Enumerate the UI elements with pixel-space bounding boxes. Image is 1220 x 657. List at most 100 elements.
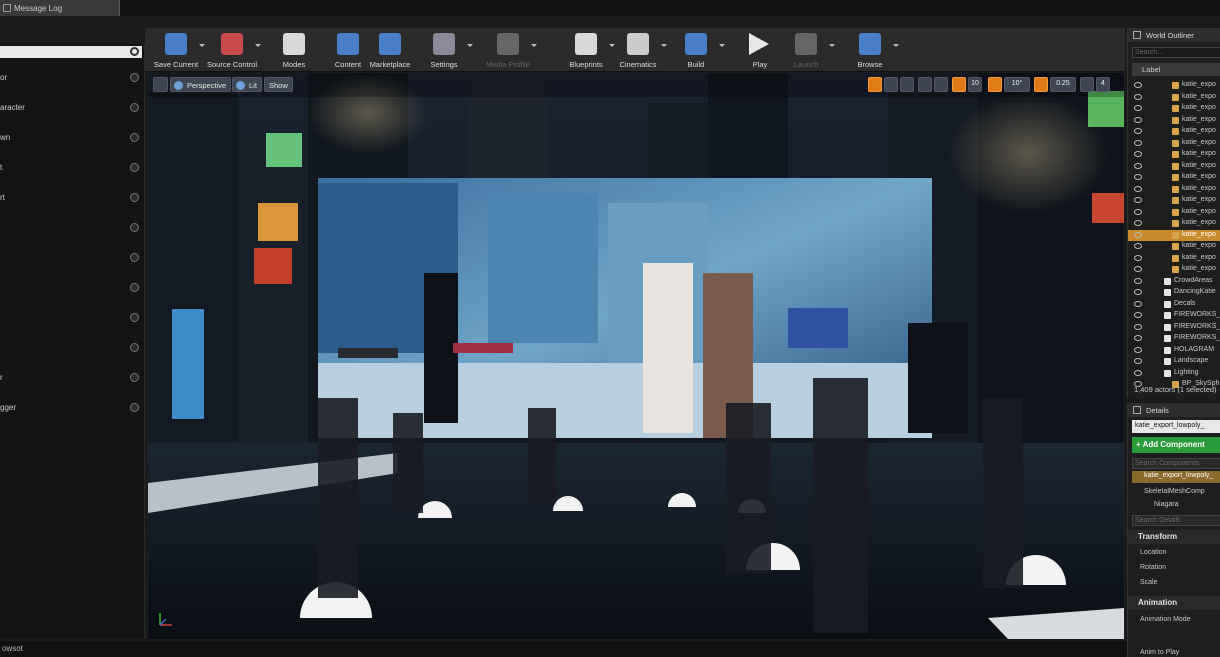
visibility-eye-icon[interactable] <box>1134 300 1142 307</box>
outliner-actor-row[interactable]: katie_expo <box>1128 138 1220 150</box>
outliner-actor-row[interactable]: katie_expo <box>1128 264 1220 276</box>
category-expand-icon[interactable] <box>130 253 139 262</box>
level-viewport[interactable]: Perspective Lit Show 10 10° 0.25 4 <box>148 73 1124 639</box>
visibility-eye-icon[interactable] <box>1134 254 1142 261</box>
visibility-eye-icon[interactable] <box>1134 162 1142 169</box>
translate-tool-icon[interactable] <box>868 77 882 92</box>
outliner-actor-row[interactable]: katie_expo <box>1128 229 1220 241</box>
animation-mode-row[interactable]: Animation Mode <box>1140 616 1191 623</box>
build-button[interactable]: Build <box>665 30 727 70</box>
visibility-eye-icon[interactable] <box>1134 139 1142 146</box>
outliner-actor-row[interactable]: katie_expo <box>1128 149 1220 161</box>
outliner-folder-row[interactable]: FIREWORKS_ <box>1128 333 1220 345</box>
visibility-eye-icon[interactable] <box>1134 93 1142 100</box>
outliner-folder-row[interactable]: Decals <box>1128 299 1220 311</box>
lit-button[interactable]: Lit <box>232 77 262 92</box>
place-actor-category[interactable] <box>0 280 145 296</box>
outliner-folder-row[interactable]: FIREWORKS_ <box>1128 310 1220 322</box>
modes-button[interactable]: Modes <box>263 30 325 70</box>
outliner-search-input[interactable]: Search... <box>1132 47 1220 58</box>
place-actor-category[interactable]: wn <box>0 130 145 146</box>
visibility-eye-icon[interactable] <box>1134 277 1142 284</box>
chevron-down-icon[interactable] <box>467 44 473 47</box>
category-expand-icon[interactable] <box>130 373 139 382</box>
animation-section[interactable]: Animation <box>1128 596 1220 610</box>
search-components-input[interactable]: Search Components <box>1132 458 1220 469</box>
save-current-button[interactable]: Save Current <box>145 30 207 70</box>
visibility-eye-icon[interactable] <box>1134 220 1142 226</box>
visibility-eye-icon[interactable] <box>1134 266 1142 272</box>
outliner-actor-row[interactable]: katie_expo <box>1128 195 1220 207</box>
category-expand-icon[interactable] <box>130 403 139 412</box>
scale-snap-value[interactable]: 0.25 <box>1050 77 1076 92</box>
surface-snap-icon[interactable] <box>934 77 948 92</box>
place-actor-category[interactable]: rt <box>0 190 145 206</box>
search-details-input[interactable]: Search Details <box>1132 515 1220 526</box>
visibility-eye-icon[interactable] <box>1134 151 1142 157</box>
selected-component[interactable]: katie_export_lowpoly_ <box>1132 471 1220 483</box>
category-expand-icon[interactable] <box>130 103 139 112</box>
place-actor-category[interactable]: aracter <box>0 100 145 116</box>
category-expand-icon[interactable] <box>130 223 139 232</box>
rotation-row[interactable]: Rotation <box>1140 564 1166 571</box>
visibility-eye-icon[interactable] <box>1134 369 1142 376</box>
chevron-down-icon[interactable] <box>719 44 725 47</box>
visibility-eye-icon[interactable] <box>1134 289 1142 295</box>
visibility-eye-icon[interactable] <box>1134 312 1142 318</box>
outliner-label-column[interactable]: Label <box>1132 63 1220 76</box>
scale-tool-icon[interactable] <box>900 77 914 92</box>
category-expand-icon[interactable] <box>130 343 139 352</box>
outliner-folder-row[interactable]: HOLAGRAM <box>1128 345 1220 357</box>
visibility-eye-icon[interactable] <box>1134 105 1142 111</box>
outliner-folder-row[interactable]: FIREWORKS_ <box>1128 322 1220 334</box>
category-expand-icon[interactable] <box>130 283 139 292</box>
outliner-actor-row[interactable]: katie_expo <box>1128 241 1220 253</box>
tab-message-log[interactable]: Message Log <box>0 0 120 16</box>
transform-section[interactable]: Transform <box>1128 530 1220 544</box>
outliner-actor-row[interactable]: katie_expo <box>1128 184 1220 196</box>
outliner-actor-row[interactable]: katie_expo <box>1128 172 1220 184</box>
category-expand-icon[interactable] <box>130 193 139 202</box>
perspective-button[interactable]: Perspective <box>170 77 232 92</box>
component-skeletal-mesh[interactable]: SkeletalMeshComp <box>1144 488 1205 495</box>
outliner-folder-row[interactable]: DancingKatie <box>1128 287 1220 299</box>
place-actor-category[interactable]: r <box>0 370 145 386</box>
left-search-input[interactable] <box>0 46 142 58</box>
outliner-actor-row[interactable]: katie_expo <box>1128 207 1220 219</box>
chevron-down-icon[interactable] <box>531 44 537 47</box>
chevron-down-icon[interactable] <box>829 44 835 47</box>
place-actor-category[interactable]: or <box>0 70 145 86</box>
visibility-eye-icon[interactable] <box>1134 185 1142 192</box>
outliner-actor-row[interactable]: katie_expo <box>1128 115 1220 127</box>
rotation-snap-value[interactable]: 10° <box>1004 77 1030 92</box>
visibility-eye-icon[interactable] <box>1134 346 1142 353</box>
component-niagara[interactable]: Niagara <box>1154 501 1179 508</box>
world-local-icon[interactable] <box>918 77 932 92</box>
anim-to-play-row[interactable]: Anim to Play <box>1140 649 1179 656</box>
visibility-eye-icon[interactable] <box>1134 323 1142 330</box>
grid-snap-icon[interactable] <box>952 77 966 92</box>
viewport-options-dropdown[interactable] <box>153 77 168 92</box>
place-actor-category[interactable] <box>0 220 145 236</box>
visibility-eye-icon[interactable] <box>1134 243 1142 249</box>
chevron-down-icon[interactable] <box>893 44 899 47</box>
visibility-eye-icon[interactable] <box>1134 208 1142 215</box>
category-expand-icon[interactable] <box>130 313 139 322</box>
rotate-tool-icon[interactable] <box>884 77 898 92</box>
outliner-actor-row[interactable]: katie_expo <box>1128 92 1220 104</box>
category-expand-icon[interactable] <box>130 163 139 172</box>
place-actor-category[interactable]: t <box>0 160 145 176</box>
source-control-button[interactable]: Source Control <box>201 30 263 70</box>
outliner-actor-row[interactable]: katie_expo <box>1128 80 1220 92</box>
visibility-eye-icon[interactable] <box>1134 82 1142 88</box>
visibility-eye-icon[interactable] <box>1134 231 1142 238</box>
outliner-actor-row[interactable]: katie_expo <box>1128 253 1220 265</box>
actor-name-field[interactable]: katie_export_lowpoly_ <box>1132 420 1220 433</box>
add-component-button[interactable]: + Add Component <box>1132 437 1220 453</box>
outliner-actor-row[interactable]: katie_expo <box>1128 161 1220 173</box>
cinematics-button[interactable]: Cinematics <box>607 30 669 70</box>
visibility-eye-icon[interactable] <box>1134 197 1142 203</box>
visibility-eye-icon[interactable] <box>1134 128 1142 134</box>
category-expand-icon[interactable] <box>130 73 139 82</box>
scale-row[interactable]: Scale <box>1140 579 1158 586</box>
